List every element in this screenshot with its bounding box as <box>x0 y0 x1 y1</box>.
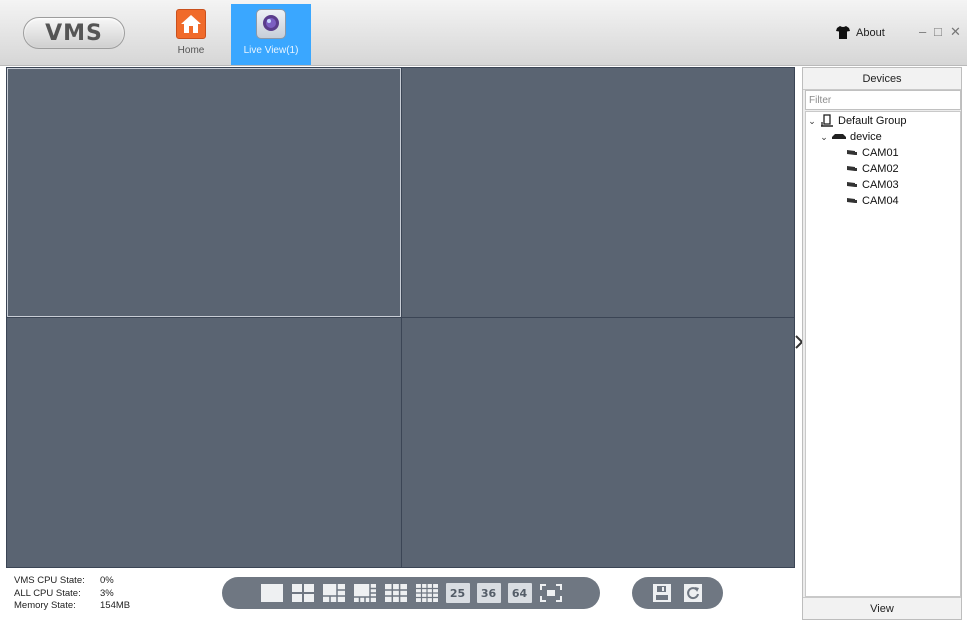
video-cell-2[interactable] <box>402 68 794 317</box>
camera-label: CAM03 <box>862 179 899 191</box>
tree-node-camera[interactable]: CAM01 <box>846 145 899 161</box>
layout-4-icon <box>291 584 314 602</box>
tree-node-label: Default Group <box>838 115 907 127</box>
save-icon <box>653 584 671 602</box>
layout-toolbar: 25 36 64 <box>222 577 600 609</box>
refresh-button[interactable] <box>681 583 705 603</box>
title-bar: VMS Home Live View(1) About – □ ✕ <box>0 0 967 66</box>
layout-8-icon <box>353 584 376 602</box>
tree-node-label: device <box>850 131 882 143</box>
memory-label: Memory State: <box>14 600 76 611</box>
camera-icon <box>847 182 857 187</box>
fullscreen-button[interactable] <box>539 583 563 603</box>
minimize-button[interactable]: – <box>919 24 926 40</box>
maximize-button[interactable]: □ <box>934 24 942 40</box>
layout-36-button[interactable]: 36 <box>476 583 501 603</box>
video-cell-1[interactable] <box>7 68 401 317</box>
layout-9-icon <box>384 584 407 602</box>
tree-node-camera[interactable]: CAM02 <box>846 161 899 177</box>
tab-home-label: Home <box>177 45 205 56</box>
layout-64-button[interactable]: 64 <box>507 583 532 603</box>
video-cell-4[interactable] <box>402 318 794 567</box>
tree-node-camera[interactable]: CAM03 <box>846 177 899 193</box>
tree-node-device[interactable]: ⌄ device <box>820 129 882 145</box>
dvr-icon <box>832 134 846 139</box>
device-tree: ⌄ Default Group ⌄ device CAM01 CAM02 CAM… <box>805 111 961 597</box>
layout-1-icon <box>260 584 283 602</box>
tree-node-default-group[interactable]: ⌄ Default Group <box>808 113 906 129</box>
layout-16-icon <box>415 584 438 602</box>
layout-6-button[interactable] <box>322 583 346 603</box>
layout-6-icon <box>322 584 345 602</box>
devices-panel: Devices ⌄ Default Group ⌄ device CAM01 <box>802 67 962 620</box>
vms-cpu-label: VMS CPU State: <box>14 575 85 586</box>
video-grid <box>6 67 795 568</box>
layout-16-button[interactable] <box>415 583 439 603</box>
fullscreen-icon <box>539 584 562 602</box>
layout-4-button[interactable] <box>291 583 315 603</box>
expand-chevron-icon[interactable]: ⌄ <box>820 132 828 143</box>
layout-9-button[interactable] <box>384 583 408 603</box>
group-icon <box>821 114 833 127</box>
camera-icon <box>847 198 857 203</box>
close-button[interactable]: ✕ <box>950 24 961 40</box>
camera-label: CAM01 <box>862 147 899 159</box>
memory-value: 154MB <box>100 600 131 611</box>
devices-tab[interactable]: Devices <box>803 68 961 90</box>
tab-live-view[interactable]: Live View(1) <box>231 4 311 65</box>
refresh-icon <box>684 584 702 602</box>
camera-label: CAM02 <box>862 163 899 175</box>
tab-home[interactable]: Home <box>165 4 217 65</box>
camera-label: CAM04 <box>862 195 899 207</box>
tree-node-camera[interactable]: CAM04 <box>846 193 899 209</box>
tab-live-view-label: Live View(1) <box>243 45 299 56</box>
layout-1-button[interactable] <box>260 583 284 603</box>
vms-cpu-value: 0% <box>100 575 114 586</box>
camera-icon <box>847 166 857 171</box>
tshirt-icon <box>836 26 850 39</box>
save-button[interactable] <box>650 583 674 603</box>
live-view-icon <box>256 9 286 39</box>
all-cpu-label: ALL CPU State: <box>14 587 81 599</box>
layout-8-button[interactable] <box>353 583 377 603</box>
layout-25-button[interactable]: 25 <box>445 583 470 603</box>
video-cell-3[interactable] <box>7 318 401 567</box>
home-icon <box>176 9 206 39</box>
about-label: About <box>856 26 885 39</box>
system-status: VMS CPU State: 0% ALL CPU State: 3% Memory… <box>14 575 130 613</box>
expand-chevron-icon[interactable]: ⌄ <box>808 116 816 127</box>
view-tab[interactable]: View <box>803 597 961 619</box>
camera-icon <box>847 150 857 155</box>
action-toolbar <box>632 577 723 609</box>
filter-input[interactable] <box>805 90 961 110</box>
all-cpu-value: 3% <box>100 587 114 599</box>
vms-logo: VMS <box>23 17 125 49</box>
about-button[interactable]: About <box>836 26 885 39</box>
